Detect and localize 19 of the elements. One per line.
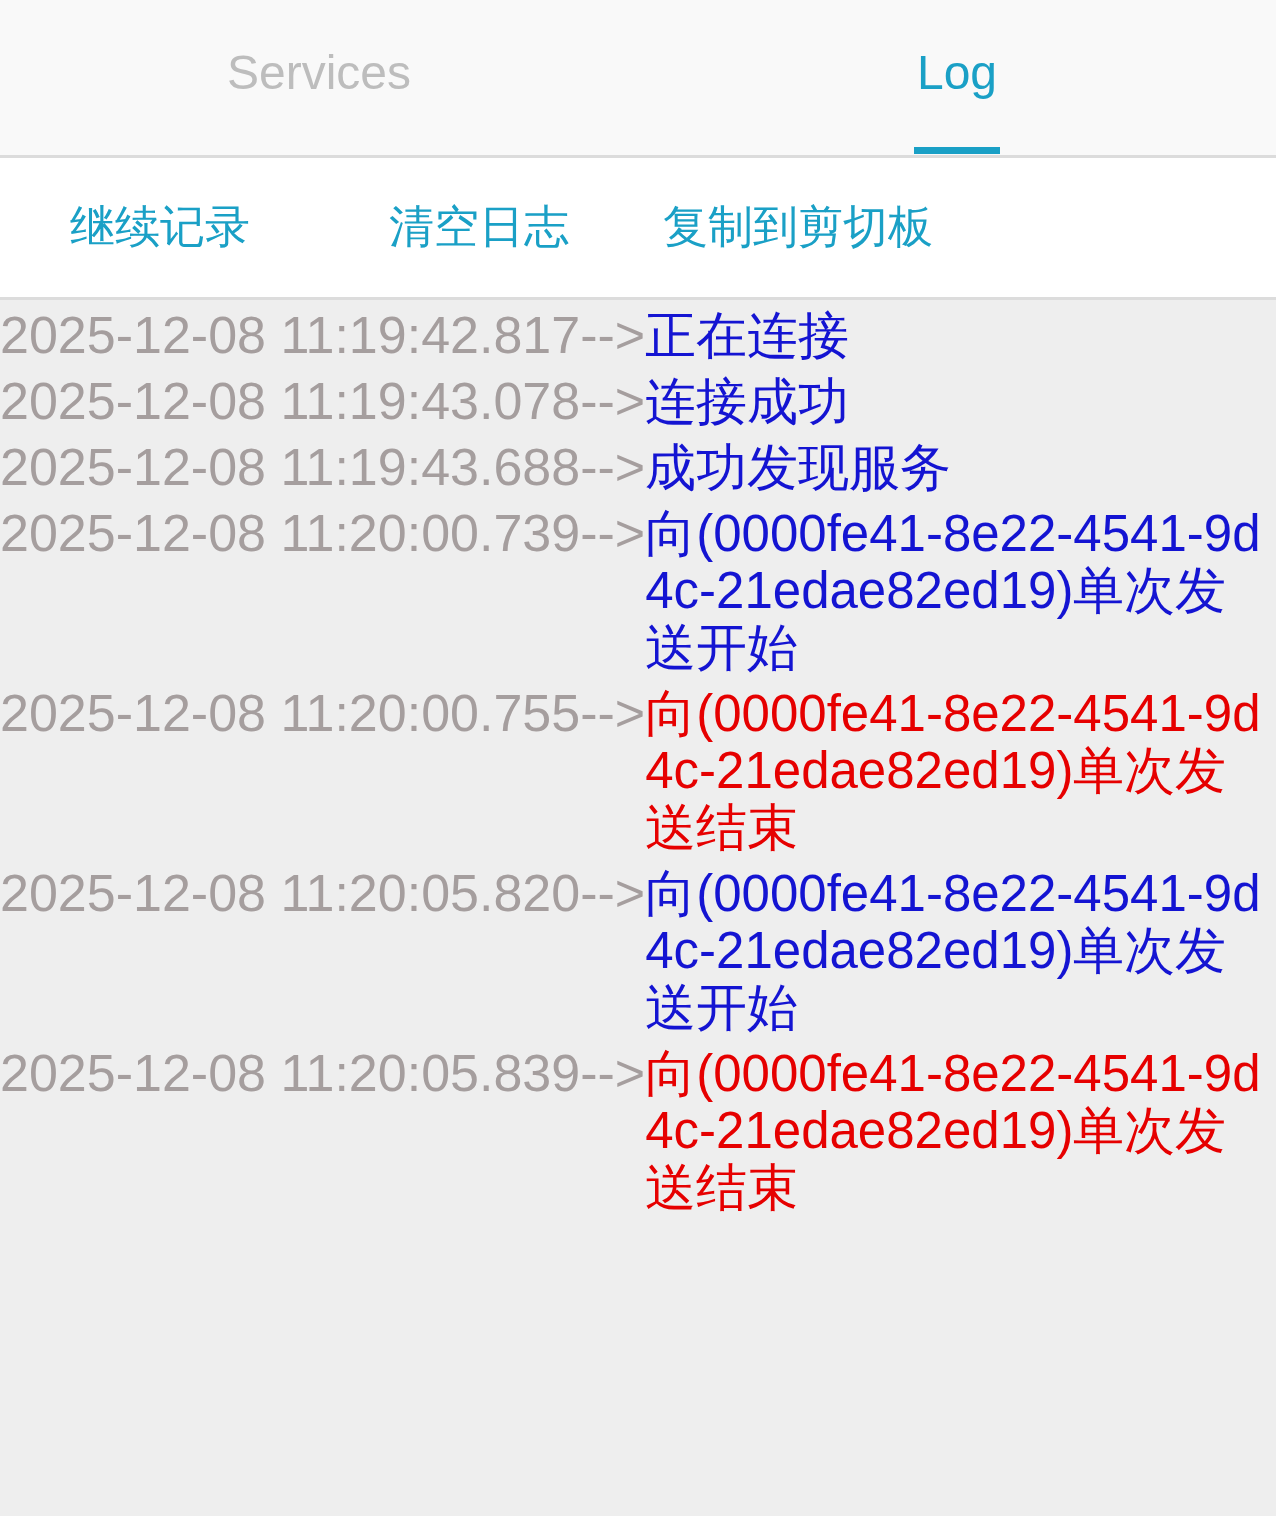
log-message: 正在连接: [645, 307, 851, 364]
log-timestamp: 2025-12-08 11:19:43.688-->: [0, 439, 646, 496]
toolbar-button[interactable]: 清空日志: [384, 186, 573, 267]
log-message: 向(0000fe41-8e22-4541-9d4c-21edae82ed19)单次发送结束: [645, 685, 1262, 856]
toolbar-button[interactable]: 继续记录: [65, 186, 254, 267]
log-timestamp: 2025-12-08 11:20:00.755-->: [0, 685, 646, 742]
log-message: 连接成功: [645, 373, 851, 430]
log-timestamp: 2025-12-08 11:20:00.739-->: [0, 505, 646, 562]
log-timestamp: 2025-12-08 11:20:05.820-->: [0, 865, 646, 922]
log-message: 向(0000fe41-8e22-4541-9d4c-21edae82ed19)单次发送开始: [645, 865, 1262, 1036]
log-message: 向(0000fe41-8e22-4541-9d4c-21edae82ed19)单次发送结束: [645, 1045, 1262, 1216]
tab[interactable]: Log: [638, 0, 1276, 155]
log-message: 向(0000fe41-8e22-4541-9d4c-21edae82ed19)单次发送开始: [645, 505, 1262, 676]
log-timestamp: 2025-12-08 11:19:42.817-->: [0, 307, 646, 364]
log-message: 成功发现服务: [645, 439, 953, 496]
log-timestamp: 2025-12-08 11:19:43.078-->: [0, 373, 646, 430]
log-timestamp: 2025-12-08 11:20:05.839-->: [0, 1045, 646, 1102]
toolbar-button[interactable]: 复制到剪切板: [658, 186, 937, 267]
tab[interactable]: Services: [0, 0, 638, 155]
